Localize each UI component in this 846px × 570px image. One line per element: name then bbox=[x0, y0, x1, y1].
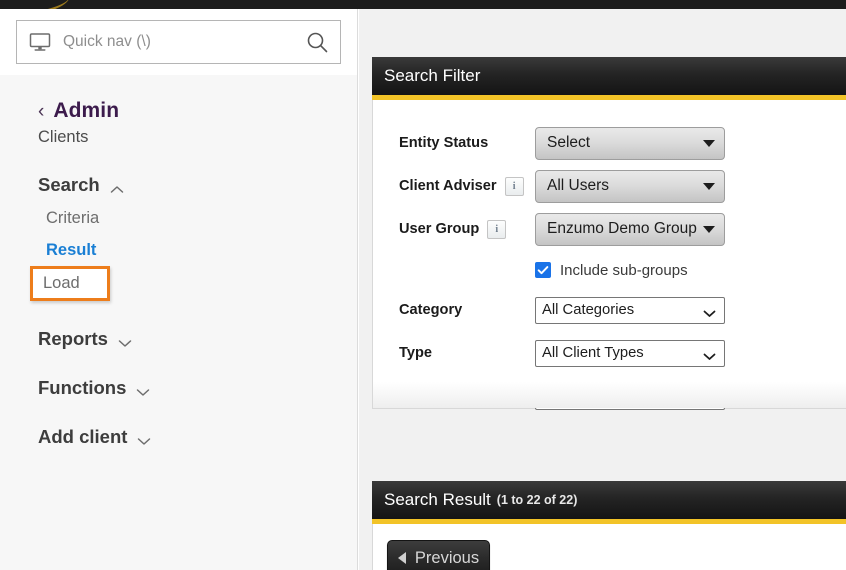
breadcrumb-child-clients[interactable]: Clients bbox=[0, 123, 357, 147]
brand-strip bbox=[0, 0, 846, 9]
triangle-left-icon bbox=[397, 552, 406, 564]
field-row-user-group: User Group i Enzumo Demo Group bbox=[373, 212, 846, 246]
label-view: View bbox=[399, 388, 432, 404]
field-label-cell: Category bbox=[373, 302, 535, 318]
search-result-title: Search Result bbox=[384, 490, 491, 509]
main-content: Search Filter Entity Status Select Clien… bbox=[359, 9, 846, 570]
search-filter-form: Entity Status Select Client Adviser i Al… bbox=[373, 100, 846, 424]
breadcrumb[interactable]: ‹ Admin bbox=[0, 99, 357, 123]
left-sidebar: ‹ Admin Clients Search Criteria Result L… bbox=[0, 9, 358, 570]
sidebar-item-load-label: Load bbox=[43, 274, 80, 292]
caret-down-icon bbox=[703, 225, 715, 233]
sidebar-section-add-client[interactable]: Add client bbox=[0, 399, 357, 448]
sidebar-section-search-label: Search bbox=[38, 174, 100, 195]
select-view-value: Individual Entities bbox=[542, 388, 658, 404]
search-filter-body: Entity Status Select Client Adviser i Al… bbox=[372, 100, 846, 410]
quicknav-bar bbox=[0, 9, 357, 75]
sidebar-section-functions-label: Functions bbox=[38, 377, 127, 398]
chevron-down-icon bbox=[703, 392, 716, 403]
field-row-category: Category All Categories bbox=[373, 295, 846, 325]
search-result-header: Search Result (1 to 22 of 22) bbox=[372, 481, 846, 519]
search-result-body: Previous bbox=[372, 524, 846, 570]
chevron-up-icon bbox=[110, 181, 124, 193]
search-filter-header: Search Filter bbox=[372, 57, 846, 95]
select-category-value: All Categories bbox=[542, 302, 635, 318]
field-row-entity-status: Entity Status Select bbox=[373, 126, 846, 160]
sidebar-item-criteria[interactable]: Criteria bbox=[0, 196, 357, 228]
search-result-count: (1 to 22 of 22) bbox=[496, 493, 578, 507]
chevron-down-icon bbox=[137, 433, 151, 445]
field-label-cell: Entity Status bbox=[373, 135, 535, 151]
search-filter-panel: Search Filter Entity Status Select Clien… bbox=[372, 57, 846, 410]
dropdown-user-group[interactable]: Enzumo Demo Group bbox=[535, 212, 725, 246]
previous-button-label: Previous bbox=[414, 548, 480, 567]
chevron-down-icon bbox=[703, 349, 716, 360]
dropdown-client-adviser-value: All Users bbox=[547, 177, 610, 194]
search-filter-title: Search Filter bbox=[384, 66, 481, 85]
sidebar-section-functions[interactable]: Functions bbox=[0, 350, 357, 399]
label-client-adviser: Client Adviser bbox=[399, 178, 497, 194]
select-view[interactable]: Individual Entities bbox=[535, 382, 725, 410]
checkbox-row-include-subgroups[interactable]: Include sub-groups bbox=[373, 257, 846, 283]
chevron-down-icon bbox=[136, 384, 150, 396]
label-user-group: User Group bbox=[399, 221, 480, 237]
select-type[interactable]: All Client Types bbox=[535, 339, 725, 367]
search-icon[interactable] bbox=[306, 31, 328, 53]
field-label-cell: User Group i bbox=[373, 219, 535, 239]
caret-down-icon bbox=[703, 139, 715, 147]
dropdown-client-adviser[interactable]: All Users bbox=[535, 169, 725, 203]
search-result-panel: Search Result (1 to 22 of 22) Previous bbox=[372, 481, 846, 570]
sidebar-section-reports-label: Reports bbox=[38, 328, 108, 349]
field-label-cell: Client Adviser i bbox=[373, 176, 535, 196]
quicknav-search-box[interactable] bbox=[16, 20, 341, 64]
sidebar-nav: ‹ Admin Clients Search Criteria Result L… bbox=[0, 75, 357, 448]
caret-down-icon bbox=[703, 182, 715, 190]
breadcrumb-parent-admin[interactable]: Admin bbox=[53, 99, 119, 123]
previous-button[interactable]: Previous bbox=[387, 540, 490, 570]
label-type: Type bbox=[399, 345, 432, 361]
chevron-down-icon bbox=[118, 335, 132, 347]
sidebar-section-add-client-label: Add client bbox=[38, 426, 128, 447]
select-type-value: All Client Types bbox=[542, 345, 644, 361]
dropdown-entity-status[interactable]: Select bbox=[535, 126, 725, 160]
sidebar-section-reports[interactable]: Reports bbox=[0, 301, 357, 350]
dropdown-user-group-value: Enzumo Demo Group bbox=[547, 220, 697, 237]
back-chevron-icon[interactable]: ‹ bbox=[38, 102, 44, 121]
field-row-view: View Individual Entities bbox=[373, 381, 846, 411]
label-category: Category bbox=[399, 302, 463, 318]
field-label-cell: View bbox=[373, 388, 535, 404]
checkbox-include-subgroups[interactable] bbox=[535, 262, 551, 278]
field-row-type: Type All Client Types bbox=[373, 338, 846, 368]
sidebar-item-result[interactable]: Result bbox=[0, 228, 357, 260]
field-row-client-adviser: Client Adviser i All Users bbox=[373, 169, 846, 203]
monitor-icon bbox=[29, 32, 51, 52]
brand-swoosh-icon bbox=[0, 0, 71, 9]
checkbox-include-subgroups-label: Include sub-groups bbox=[560, 261, 688, 279]
info-icon-user-group[interactable]: i bbox=[487, 219, 507, 239]
select-category[interactable]: All Categories bbox=[535, 296, 725, 324]
quicknav-input[interactable] bbox=[61, 32, 298, 52]
field-label-cell: Type bbox=[373, 345, 535, 361]
sidebar-section-search[interactable]: Search bbox=[0, 147, 357, 196]
chevron-down-icon bbox=[703, 306, 716, 317]
info-icon-client-adviser[interactable]: i bbox=[504, 176, 524, 196]
label-entity-status: Entity Status bbox=[399, 135, 489, 151]
dropdown-entity-status-value: Select bbox=[547, 134, 591, 151]
sidebar-item-load[interactable]: Load bbox=[30, 266, 110, 301]
